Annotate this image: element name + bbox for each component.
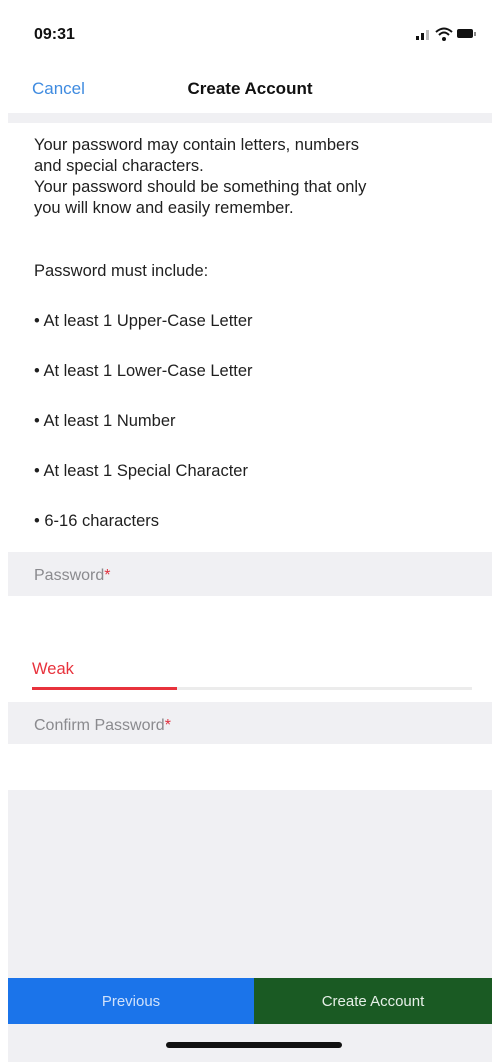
info-line: and special characters. xyxy=(34,157,204,175)
required-asterisk: * xyxy=(164,717,171,734)
cancel-button[interactable]: Cancel xyxy=(32,79,85,99)
info-line: Your password may contain letters, numbe… xyxy=(34,136,359,154)
confirm-label-band: Confirm Password* xyxy=(8,702,492,744)
required-asterisk: * xyxy=(104,567,111,584)
password-input-row xyxy=(8,596,492,648)
confirm-input-row xyxy=(8,744,492,790)
phone-screen: 09:31 Create Account Cancel Your passwor… xyxy=(8,0,492,1062)
password-label-band: Password* xyxy=(8,552,492,596)
password-label: Password* xyxy=(34,567,111,584)
password-strength-meter xyxy=(32,687,472,690)
password-input[interactable] xyxy=(32,604,472,638)
status-bar: 09:31 xyxy=(8,0,492,64)
wifi-icon xyxy=(435,27,453,41)
info-line: Your password should be something that o… xyxy=(34,178,367,196)
password-strength-label: Weak xyxy=(32,660,74,678)
create-account-button[interactable]: Create Account xyxy=(254,978,492,1024)
status-time: 09:31 xyxy=(34,26,75,43)
requirement-item: • At least 1 Lower-Case Letter xyxy=(34,362,253,380)
navigation-bar: Create Account Cancel xyxy=(8,64,492,112)
home-indicator xyxy=(166,1042,342,1048)
status-icons xyxy=(416,27,476,41)
password-info: Your password may contain letters, numbe… xyxy=(34,135,474,219)
battery-icon xyxy=(457,29,476,38)
signal-icon xyxy=(416,30,429,40)
requirement-item: • At least 1 Upper-Case Letter xyxy=(34,312,253,330)
confirm-password-input[interactable] xyxy=(32,752,472,786)
password-strength-fill xyxy=(32,687,178,690)
requirement-item: • At least 1 Special Character xyxy=(34,462,248,480)
confirm-password-label: Confirm Password* xyxy=(34,717,171,734)
info-line: you will know and easily remember. xyxy=(34,199,294,217)
requirements-heading: Password must include: xyxy=(34,262,209,280)
previous-button[interactable]: Previous xyxy=(8,978,254,1024)
section-divider xyxy=(8,113,492,123)
requirement-item: • 6-16 characters xyxy=(34,512,159,530)
requirement-item: • At least 1 Number xyxy=(34,412,176,430)
